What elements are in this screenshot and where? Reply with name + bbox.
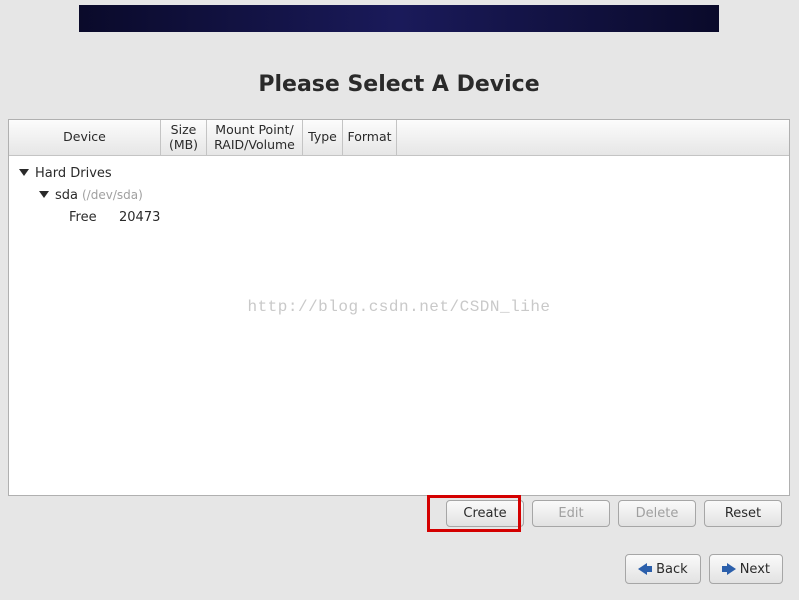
edit-button: Edit xyxy=(532,500,610,527)
watermark-text: http://blog.csdn.net/CSDN_lihe xyxy=(9,298,789,316)
col-device[interactable]: Device xyxy=(9,120,161,155)
col-mount[interactable]: Mount Point/ RAID/Volume xyxy=(207,120,303,155)
disk-path: (/dev/sda) xyxy=(82,188,143,202)
arrow-right-icon xyxy=(722,563,736,575)
col-type[interactable]: Type xyxy=(303,120,343,155)
back-label: Back xyxy=(656,562,688,577)
free-size: 20473 xyxy=(119,210,160,225)
col-size[interactable]: Size (MB) xyxy=(161,120,207,155)
action-button-row: Create Edit Delete Reset xyxy=(8,500,790,527)
header-banner xyxy=(79,5,719,32)
arrow-left-icon xyxy=(638,563,652,575)
reset-button[interactable]: Reset xyxy=(704,500,782,527)
create-button[interactable]: Create xyxy=(446,500,524,527)
col-format[interactable]: Format xyxy=(343,120,397,155)
col-spacer xyxy=(397,120,789,155)
nav-button-row: Back Next xyxy=(625,554,783,584)
hard-drives-label: Hard Drives xyxy=(35,166,112,181)
device-tree[interactable]: Hard Drives sda (/dev/sda) Free 20473 ht… xyxy=(9,156,789,488)
tree-row-free[interactable]: Free 20473 xyxy=(15,206,789,228)
page-title: Please Select A Device xyxy=(8,50,790,120)
tree-row-sda[interactable]: sda (/dev/sda) xyxy=(15,184,789,206)
next-button[interactable]: Next xyxy=(709,554,783,584)
free-label: Free xyxy=(69,210,97,225)
disk-label: sda xyxy=(55,188,78,203)
delete-button: Delete xyxy=(618,500,696,527)
table-header: Device Size (MB) Mount Point/ RAID/Volum… xyxy=(9,120,789,156)
next-label: Next xyxy=(740,562,770,577)
tree-row-hard-drives[interactable]: Hard Drives xyxy=(15,162,789,184)
triangle-down-icon[interactable] xyxy=(19,169,29,176)
back-button[interactable]: Back xyxy=(625,554,701,584)
device-panel: Please Select A Device Device Size (MB) … xyxy=(8,50,790,496)
triangle-down-icon[interactable] xyxy=(39,191,49,198)
